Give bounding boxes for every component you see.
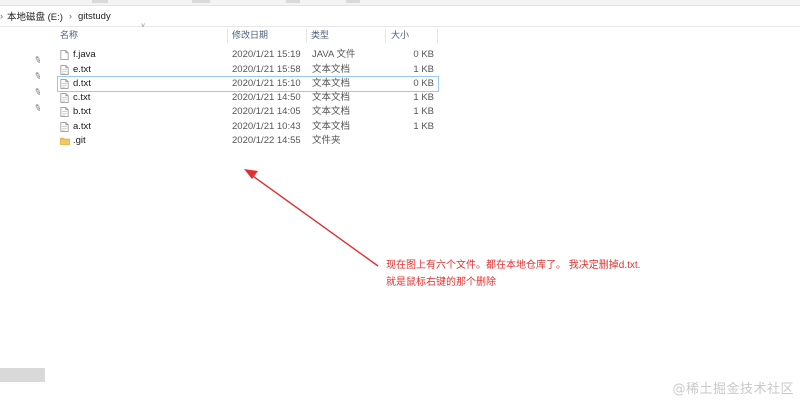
file-type: 文件夹 — [312, 135, 341, 146]
file-type: 文本文档 — [312, 78, 351, 89]
watermark: @稀土掘金技术社区 — [672, 382, 794, 397]
file-icon — [60, 79, 69, 89]
file-modified: 2020/1/21 15:10 — [232, 78, 301, 89]
file-size: 1 KB — [413, 64, 434, 75]
file-row-selected[interactable]: d.txt 2020/1/21 15:10 文本文档 0 KB — [57, 76, 439, 92]
file-size: 0 KB — [413, 78, 434, 89]
annotation-line-1: 现在图上有六个文件。都在本地仓库了。 我决定删掉d.txt. — [386, 260, 641, 271]
file-type: JAVA 文件 — [312, 49, 356, 60]
file-row[interactable]: .git 2020/1/22 14:55 文件夹 — [58, 134, 438, 148]
column-type[interactable]: 类型 — [311, 28, 329, 44]
file-row[interactable]: a.txt 2020/1/21 10:43 文本文档 1 KB — [58, 120, 438, 134]
chevron-right-icon: › — [68, 11, 72, 21]
file-type: 文本文档 — [312, 64, 351, 75]
pin-icon[interactable]: ✎ — [32, 70, 44, 83]
file-row[interactable]: e.txt 2020/1/21 15:58 文本文档 1 KB — [58, 63, 438, 77]
file-name: c.txt — [73, 92, 91, 103]
breadcrumb-drive[interactable]: 本地磁盘 (E:) — [7, 9, 63, 23]
column-divider[interactable] — [306, 29, 307, 43]
file-modified: 2020/1/21 14:50 — [232, 92, 301, 103]
file-size: 1 KB — [413, 121, 434, 132]
file-name: .git — [73, 135, 86, 146]
column-header: 名称 修改日期 类型 大小 — [0, 28, 800, 44]
column-name[interactable]: 名称 — [60, 28, 78, 44]
file-size: 1 KB — [413, 106, 434, 117]
file-type: 文本文档 — [312, 121, 351, 132]
pin-icon[interactable]: ✎ — [32, 54, 44, 67]
file-modified: 2020/1/21 15:58 — [232, 64, 301, 75]
horizontal-scrollbar[interactable] — [0, 368, 45, 382]
folder-icon — [60, 137, 70, 145]
file-size: 1 KB — [413, 92, 434, 103]
column-divider[interactable] — [437, 29, 438, 43]
column-size[interactable]: 大小 — [391, 28, 409, 44]
file-icon — [60, 93, 69, 103]
file-icon — [60, 107, 69, 117]
file-row[interactable]: b.txt 2020/1/21 14:05 文本文档 1 KB — [58, 105, 438, 119]
file-icon — [60, 50, 69, 60]
annotation-text: 现在图上有六个文件。都在本地仓库了。 我决定删掉d.txt. 就是鼠标右键的那个… — [386, 257, 640, 291]
file-icon — [60, 122, 69, 132]
chevron-right-icon: › — [0, 11, 3, 21]
annotation-line-2: 就是鼠标右键的那个删除 — [386, 277, 496, 288]
pin-icon[interactable]: ✎ — [32, 86, 44, 99]
breadcrumb[interactable]: › 本地磁盘 (E:) › gitstudy — [0, 6, 800, 27]
file-name: d.txt — [73, 78, 91, 89]
file-name: a.txt — [73, 121, 91, 132]
breadcrumb-folder[interactable]: gitstudy — [78, 11, 111, 22]
file-type: 文本文档 — [312, 92, 351, 103]
file-modified: 2020/1/22 14:55 — [232, 135, 301, 146]
column-divider[interactable] — [227, 29, 228, 43]
file-row[interactable]: f.java 2020/1/21 15:19 JAVA 文件 0 KB — [58, 48, 438, 62]
file-name: e.txt — [73, 64, 91, 75]
file-modified: 2020/1/21 14:05 — [232, 106, 301, 117]
file-row[interactable]: c.txt 2020/1/21 14:50 文本文档 1 KB — [58, 91, 438, 105]
file-modified: 2020/1/21 10:43 — [232, 121, 301, 132]
column-modified[interactable]: 修改日期 — [232, 28, 268, 44]
file-type: 文本文档 — [312, 106, 351, 117]
file-modified: 2020/1/21 15:19 — [232, 49, 301, 60]
file-icon — [60, 65, 69, 75]
file-name: f.java — [73, 49, 96, 60]
pin-icon[interactable]: ✎ — [32, 102, 44, 115]
column-divider[interactable] — [385, 29, 386, 43]
file-name: b.txt — [73, 106, 91, 117]
file-size: 0 KB — [413, 49, 434, 60]
